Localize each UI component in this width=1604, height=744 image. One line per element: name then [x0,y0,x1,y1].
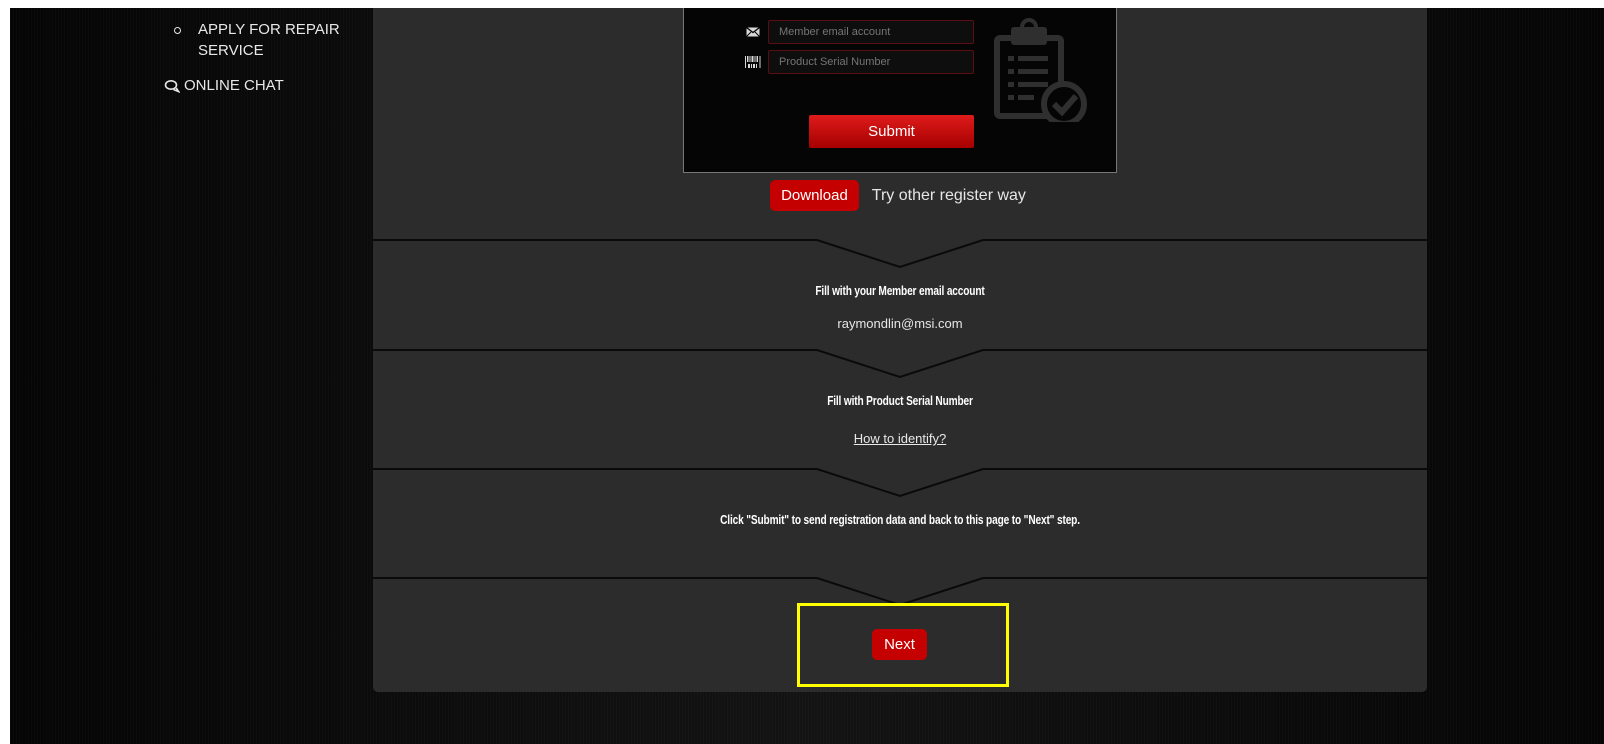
registration-form: Submit [683,8,1117,173]
chat-bubbles-icon [164,79,180,93]
alternate-register-row: Download Try other register way [373,180,1427,211]
step-serial-title: Fill with Product Serial Number [827,393,973,408]
next-button[interactable]: Next [872,629,927,660]
browser-top-edge [0,0,1604,8]
serial-number-field[interactable] [768,50,974,74]
bullet-icon [174,27,181,34]
browser-left-edge [0,8,10,744]
alternate-register-text: Try other register way [871,186,1026,204]
how-to-identify-link[interactable]: How to identify? [373,431,1427,446]
step-divider [373,239,1427,269]
sidebar-item-label: APPLY FOR REPAIR SERVICE [198,21,340,59]
sidebar-item-label: ONLINE CHAT [184,77,284,94]
download-button[interactable]: Download [770,180,859,211]
step-divider [373,349,1427,379]
sidebar-list: APPLY FOR REPAIR SERVICE [160,19,360,61]
sidebar-item-repair-service[interactable]: APPLY FOR REPAIR SERVICE [160,19,360,61]
email-field[interactable] [768,20,974,44]
envelope-icon [742,27,764,37]
barcode-icon [742,55,764,69]
serial-row [742,50,974,74]
step-email-value: raymondlin@msi.com [837,316,963,331]
step-divider [373,577,1427,607]
step-email-title: Fill with your Member email account [815,283,985,298]
step-divider [373,468,1427,498]
step-submit-instruction: Click "Submit" to send registration data… [720,512,1080,527]
sidebar-nav: APPLY FOR REPAIR SERVICE ONLINE CHAT [160,10,360,94]
submit-button[interactable]: Submit [809,115,974,148]
sidebar-item-online-chat[interactable]: ONLINE CHAT [160,77,360,94]
clipboard-check-icon [994,18,1094,127]
registration-panel: Submit Download Try other register way F… [373,8,1427,692]
email-row [742,20,974,44]
